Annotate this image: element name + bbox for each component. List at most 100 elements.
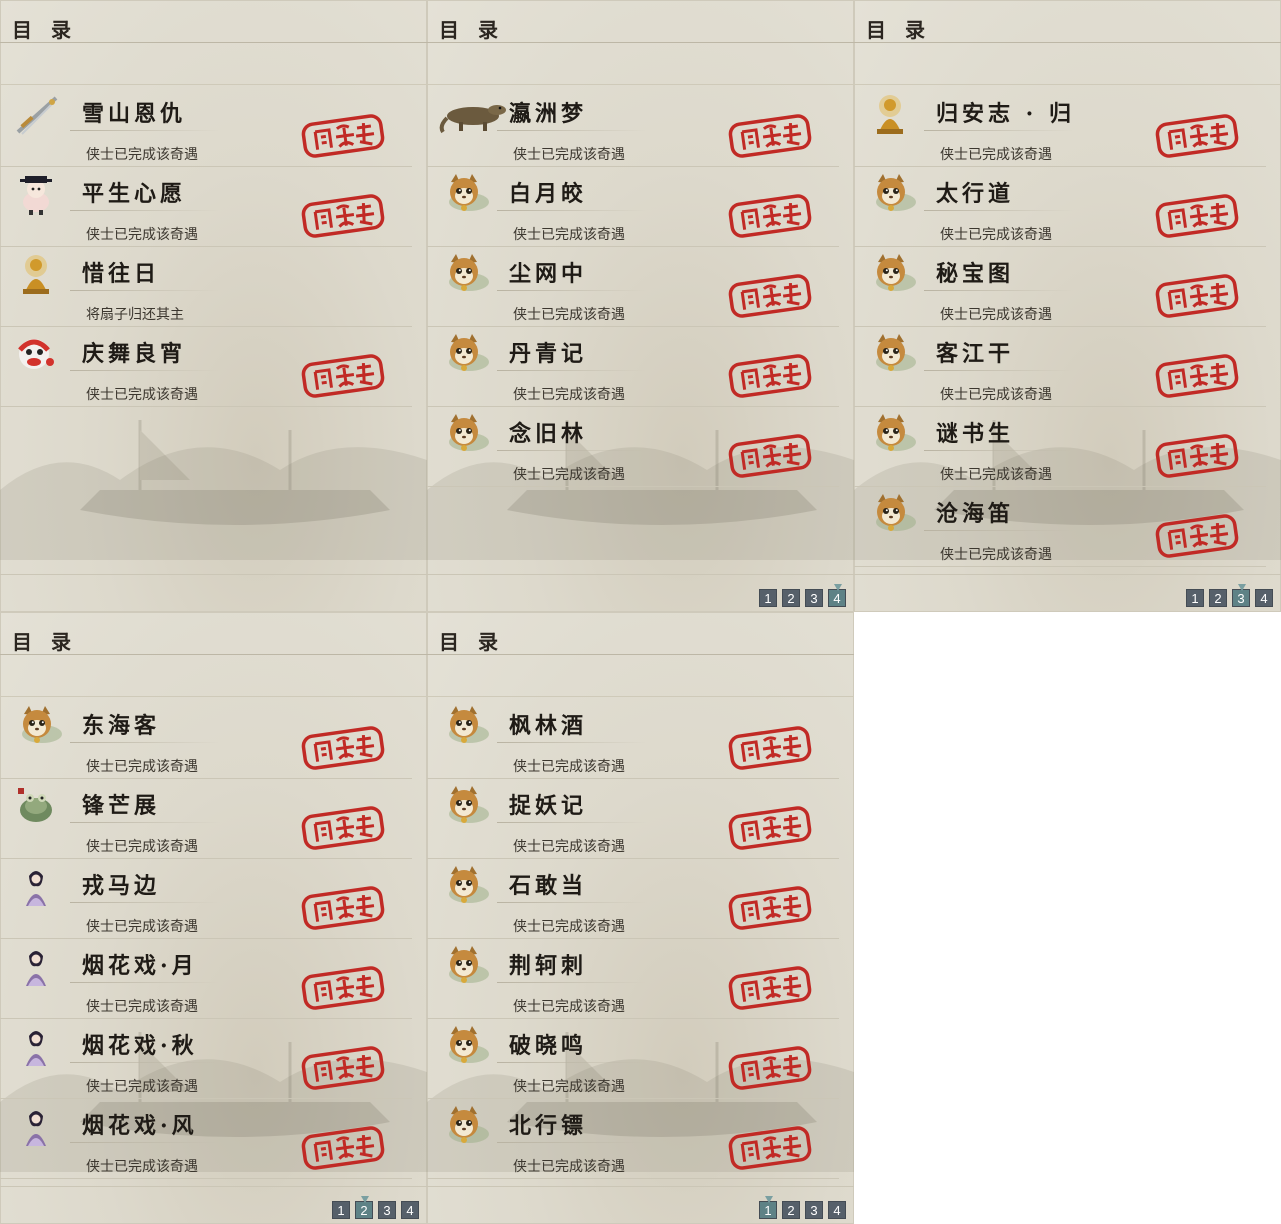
encounter-name: 庆舞良宵 <box>82 341 187 367</box>
encounter-status: 侠士已完成该奇遇 <box>86 1158 198 1174</box>
encounter-entry[interactable]: 沧海笛 侠士已完成该奇遇 <box>854 486 1266 567</box>
encounter-entry[interactable]: 戎马边 侠士已完成该奇遇 <box>0 858 412 939</box>
encounter-entry[interactable]: 客江干侠士已完成该奇遇 <box>854 326 1266 407</box>
page-button-3[interactable]: 3 <box>805 1201 823 1219</box>
page-button-2[interactable]: 2 <box>782 589 800 607</box>
name-underline <box>497 822 647 823</box>
encounter-status: 侠士已完成该奇遇 <box>513 306 625 322</box>
encounter-entry[interactable]: 北行镖 侠士已完成该奇遇 <box>427 1098 839 1179</box>
encounter-name: 客江干 <box>936 341 1015 367</box>
name-underline <box>497 450 647 451</box>
completed-seal-icon <box>300 1046 386 1090</box>
encounter-name: 惜往日 <box>82 261 161 287</box>
encounter-status: 侠士已完成该奇遇 <box>513 998 625 1014</box>
page-button-2[interactable]: 2 <box>1209 589 1227 607</box>
name-underline <box>70 742 220 743</box>
pagination: 1234 <box>332 1196 419 1221</box>
name-underline <box>497 130 647 131</box>
page-button-1[interactable]: 1 <box>759 1196 777 1219</box>
encounter-status: 侠士已完成该奇遇 <box>513 226 625 242</box>
encounter-entry[interactable]: 丹青记 侠士已完成该奇遇 <box>427 326 839 407</box>
name-underline <box>70 822 220 823</box>
encounter-entry[interactable]: 庆舞良宵 侠士已完成该奇遇 <box>0 326 412 407</box>
encounter-entry[interactable]: 太行道 侠士已完成该奇遇 <box>854 166 1266 247</box>
encounter-entry[interactable]: 枫林酒 侠士已完成该奇遇 <box>427 698 839 779</box>
encounter-name: 石敢当 <box>509 873 588 899</box>
header-divider <box>0 84 427 85</box>
encounter-entry[interactable]: 秘宝图 侠士已完成该奇遇 <box>854 246 1266 327</box>
name-underline <box>70 370 220 371</box>
encounter-entry[interactable]: 东海客 侠士已完成该奇遇 <box>0 698 412 779</box>
encounter-status: 侠士已完成该奇遇 <box>940 226 1052 242</box>
encounter-entry[interactable]: 念旧林 侠士已完成该奇遇 <box>427 406 839 487</box>
encounter-entry[interactable]: 荆轲刺 侠士已完成该奇遇 <box>427 938 839 1019</box>
name-underline <box>497 1142 647 1143</box>
journal-panel-1: 目 录雪山恩仇 侠士已完成该奇遇 平生心愿 侠士已完成该奇遇 惜往日 将扇子归还其主 庆舞良… <box>0 0 427 612</box>
cat-pet-icon <box>439 252 489 296</box>
panel-header: 目 录 <box>427 10 854 43</box>
encounter-name: 平生心愿 <box>82 181 187 207</box>
encounter-entry[interactable]: 破晓鸣 侠士已完成该奇遇 <box>427 1018 839 1099</box>
completed-seal-icon <box>727 274 813 318</box>
panel-header: 目 录 <box>854 10 1281 43</box>
completed-seal-icon <box>300 194 386 238</box>
page-button-1[interactable]: 1 <box>332 1201 350 1219</box>
page-button-1[interactable]: 1 <box>759 589 777 607</box>
encounter-entry[interactable]: 瀛洲梦 侠士已完成该奇遇 <box>427 86 839 167</box>
footer-divider <box>854 574 1281 575</box>
page-button-4[interactable]: 4 <box>828 584 846 607</box>
cat-pet-icon <box>439 944 489 988</box>
footer-divider <box>427 1186 854 1187</box>
encounter-entry[interactable]: 谜书生 侠士已完成该奇遇 <box>854 406 1266 487</box>
panel-title: 目 录 <box>866 18 931 42</box>
page-button-4[interactable]: 4 <box>1255 589 1273 607</box>
completed-seal-icon <box>300 966 386 1010</box>
encounter-entry[interactable]: 归安志 · 归侠士已完成该奇遇 <box>854 86 1266 167</box>
name-underline <box>497 982 647 983</box>
page-button-3[interactable]: 3 <box>1232 584 1250 607</box>
completed-seal-icon <box>1154 354 1240 398</box>
encounter-status: 侠士已完成该奇遇 <box>513 758 625 774</box>
page-button-2[interactable]: 2 <box>782 1201 800 1219</box>
encounter-entry[interactable]: 烟花戏·风 侠士已完成该奇遇 <box>0 1098 412 1179</box>
cat-pet-icon <box>866 252 916 296</box>
footer-divider <box>427 574 854 575</box>
encounter-status: 侠士已完成该奇遇 <box>86 1078 198 1094</box>
lady-figure-icon <box>12 1104 62 1148</box>
encounter-status: 侠士已完成该奇遇 <box>86 918 198 934</box>
name-underline <box>924 130 1074 131</box>
page-button-3[interactable]: 3 <box>378 1201 396 1219</box>
completed-seal-icon <box>1154 114 1240 158</box>
encounter-entry[interactable]: 烟花戏·秋 侠士已完成该奇遇 <box>0 1018 412 1099</box>
completed-seal-icon <box>727 806 813 850</box>
name-underline <box>70 210 220 211</box>
encounter-status: 侠士已完成该奇遇 <box>513 1158 625 1174</box>
encounter-entry[interactable]: 石敢当 侠士已完成该奇遇 <box>427 858 839 939</box>
encounter-entry[interactable]: 尘网中 侠士已完成该奇遇 <box>427 246 839 327</box>
page-button-2[interactable]: 2 <box>355 1196 373 1219</box>
page-button-4[interactable]: 4 <box>401 1201 419 1219</box>
encounter-entry[interactable]: 雪山恩仇 侠士已完成该奇遇 <box>0 86 412 167</box>
page-button-4[interactable]: 4 <box>828 1201 846 1219</box>
encounter-status: 侠士已完成该奇遇 <box>940 386 1052 402</box>
encounter-entry[interactable]: 捉妖记 侠士已完成该奇遇 <box>427 778 839 859</box>
encounter-entry[interactable]: 白月皎 侠士已完成该奇遇 <box>427 166 839 247</box>
header-divider <box>0 696 427 697</box>
encounter-status: 侠士已完成该奇遇 <box>940 466 1052 482</box>
encounter-entry[interactable]: 平生心愿 侠士已完成该奇遇 <box>0 166 412 247</box>
page-button-1[interactable]: 1 <box>1186 589 1204 607</box>
journal-panel-3: 目 录归安志 · 归侠士已完成该奇遇 太行道 侠士已完成该奇遇 秘宝图 侠士已完成该奇遇… <box>854 0 1281 612</box>
encounter-entry[interactable]: 惜往日 将扇子归还其主 <box>0 246 412 327</box>
cat-pet-icon <box>866 492 916 536</box>
encounter-status: 侠士已完成该奇遇 <box>940 306 1052 322</box>
page-button-3[interactable]: 3 <box>805 589 823 607</box>
encounter-entry[interactable]: 烟花戏·月 侠士已完成该奇遇 <box>0 938 412 1019</box>
completed-seal-icon <box>727 1126 813 1170</box>
encounter-entry[interactable]: 锋芒展 侠士已完成该奇遇 <box>0 778 412 859</box>
encounter-name: 东海客 <box>82 713 161 739</box>
name-underline <box>924 210 1074 211</box>
cat-pet-icon <box>439 1024 489 1068</box>
encounter-status: 侠士已完成该奇遇 <box>513 1078 625 1094</box>
panel-title: 目 录 <box>12 630 77 654</box>
pagination: 1234 <box>1186 584 1273 609</box>
